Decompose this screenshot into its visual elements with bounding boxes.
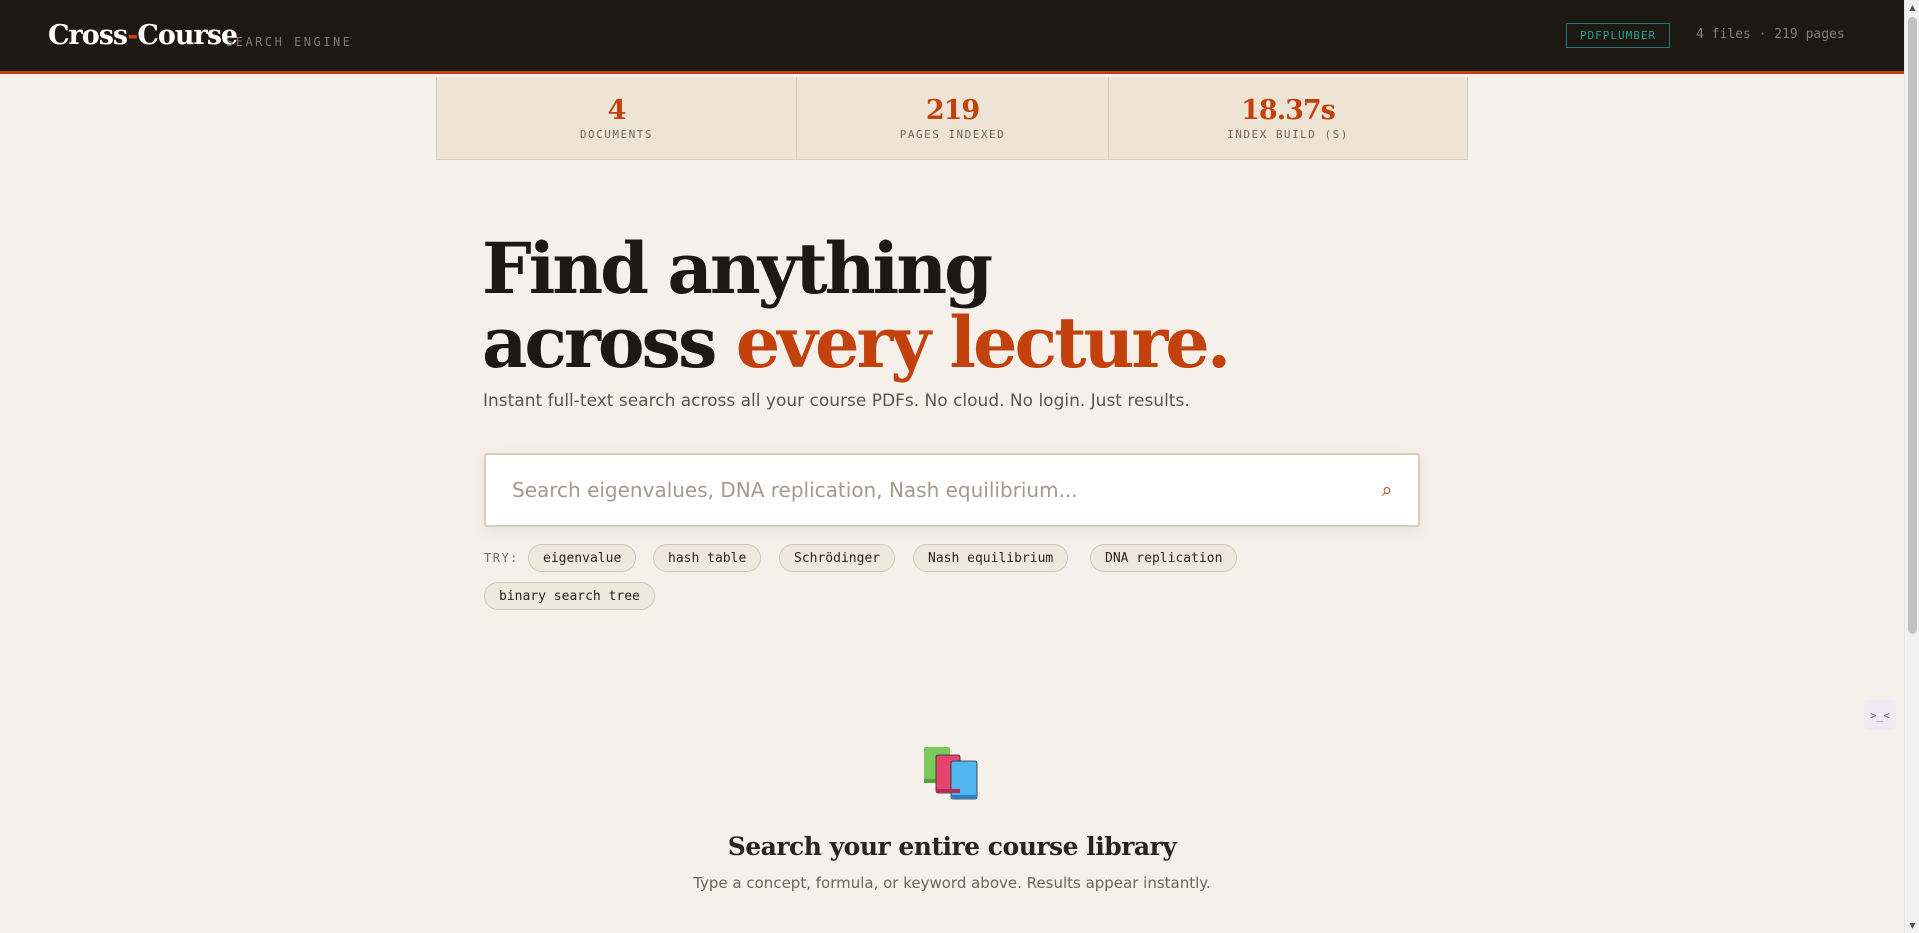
suggestion-chip-binary-search-tree[interactable]: binary search tree [484, 582, 655, 610]
brand-subtitle: SEARCH ENGINE [226, 35, 353, 49]
suggestion-chip-hash-table[interactable]: hash table [653, 544, 762, 572]
scroll-up-icon[interactable]: ▲ [1905, 0, 1919, 15]
search-icon[interactable]: ⌕ [1376, 479, 1398, 501]
search-box: ⌕ [484, 453, 1420, 527]
hero-title-line1: Find anything [482, 227, 993, 310]
empty-state-subtitle: Type a concept, formula, or keyword abov… [693, 874, 1211, 892]
stat-documents: 4 DOCUMENTS [437, 77, 796, 159]
stat-index-build: 18.37s INDEX BUILD (S) [1108, 77, 1467, 159]
brand-dash: - [127, 20, 138, 51]
stat-label: PAGES INDEXED [899, 127, 1006, 141]
stat-pages-indexed: 219 PAGES INDEXED [796, 77, 1108, 159]
try-label: TRY: [484, 551, 519, 565]
brand-name-part1: Cross [48, 20, 128, 51]
scroll-thumb[interactable] [1908, 17, 1917, 634]
file-summary: 4 files · 219 pages [1696, 27, 1845, 42]
hero-title-line2: across [482, 301, 736, 384]
side-assistant-widget[interactable]: >_< [1864, 700, 1896, 730]
stat-label: INDEX BUILD (S) [1227, 127, 1349, 141]
empty-state-title: Search your entire course library [727, 832, 1177, 861]
hero-title-accent: every lecture. [735, 301, 1231, 384]
scroll-down-icon[interactable]: ▼ [1905, 918, 1919, 933]
brand-name-part2: Course [137, 20, 238, 51]
vertical-scrollbar[interactable]: ▲ ▼ [1904, 0, 1919, 933]
stat-value: 4 [607, 94, 627, 126]
books-icon [924, 747, 978, 800]
hero-subtitle: Instant full-text search across all your… [483, 391, 1190, 411]
top-navbar: Cross-Course SEARCH ENGINE PDFPLUMBER 4 … [0, 0, 1904, 74]
suggestion-chip-schrodinger[interactable]: Schrödinger [779, 544, 896, 572]
stat-value: 219 [925, 94, 980, 126]
search-input[interactable] [512, 455, 1352, 525]
engine-badge: PDFPLUMBER [1566, 23, 1670, 48]
suggestion-chip-nash-equilibrium[interactable]: Nash equilibrium [913, 544, 1069, 572]
suggestion-chip-eigenvalue[interactable]: eigenvalue [528, 544, 637, 572]
hero-title: Find anything across every lecture. [482, 232, 1231, 380]
suggestion-chip-dna-replication[interactable]: DNA replication [1090, 544, 1238, 572]
stat-value: 18.37s [1241, 94, 1336, 126]
stat-label: DOCUMENTS [579, 127, 654, 141]
brand-logo[interactable]: Cross-Course [48, 20, 238, 51]
stats-bar: 4 DOCUMENTS 219 PAGES INDEXED 18.37s IND… [436, 77, 1468, 160]
